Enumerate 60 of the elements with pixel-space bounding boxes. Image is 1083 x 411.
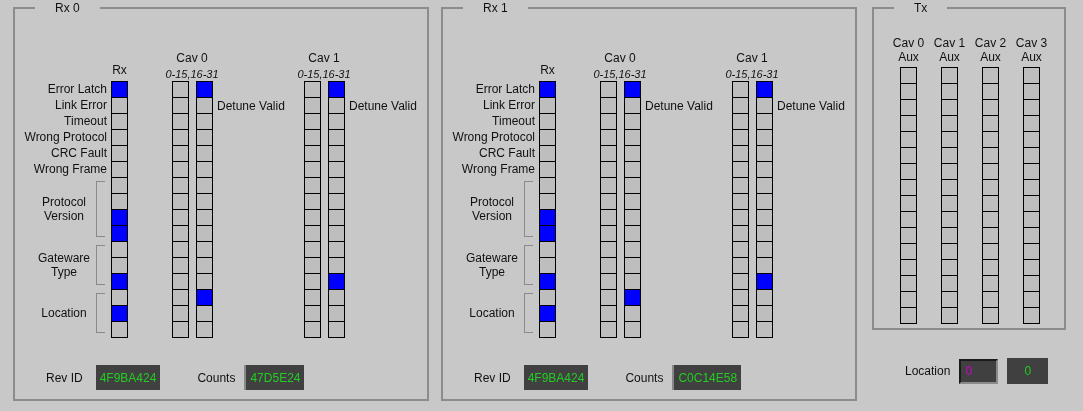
bit-range-label: 0-15,16-31 [725, 68, 779, 81]
aux-label: Aux [980, 50, 1001, 64]
field-label: Error Latch [47, 82, 107, 96]
cavity-title: Cav 1 [308, 51, 340, 65]
cavity-title: Cav 1 [736, 51, 768, 65]
group-bracket [524, 245, 533, 285]
field-label: Protocol Version [41, 195, 87, 223]
rev-id-label: Rev ID [46, 369, 83, 387]
detune-valid-label: Detune Valid [217, 99, 286, 113]
field-label: Wrong Protocol [452, 130, 535, 144]
column-header: Rx [112, 63, 127, 77]
field-label: Protocol Version [469, 195, 515, 223]
field-label: Wrong Protocol [24, 130, 107, 144]
group-bracket [524, 181, 533, 237]
location-readback: 0 [1007, 358, 1049, 384]
field-label: Error Latch [475, 82, 535, 96]
aux-label: Aux [939, 50, 960, 64]
detune-valid-label: Detune Valid [777, 99, 846, 113]
cavity-title: Cav 0 [892, 36, 925, 50]
field-label: Gateware Type [37, 251, 91, 279]
rev-id-label: Rev ID [474, 369, 511, 387]
bit-range-label: 0-15,16-31 [165, 68, 219, 81]
counts-label: Counts [625, 369, 664, 387]
cavity-title: Cav 2 [974, 36, 1007, 50]
location-label: Location [905, 363, 951, 380]
cavity-title: Cav 1 [933, 36, 966, 50]
rev-id-display: 4F9BA424 [95, 365, 161, 390]
field-label: Link Error [483, 98, 535, 112]
field-label: CRC Fault [479, 146, 535, 160]
counts-label: Counts [197, 369, 236, 387]
field-label: Location [468, 306, 516, 320]
column-header: Rx [540, 63, 555, 77]
location-input[interactable]: 0 [959, 358, 999, 384]
group-bracket [96, 293, 105, 333]
field-label: Wrong Frame [461, 162, 535, 176]
counts-display: C0C14E58 [672, 365, 742, 390]
counts-display: 47D5E24 [244, 365, 305, 390]
bit-range-label: 0-15,16-31 [593, 68, 647, 81]
aux-label: Aux [898, 50, 919, 64]
group-bracket [524, 293, 533, 333]
rev-id-display: 4F9BA424 [523, 365, 589, 390]
cavity-title: Cav 0 [176, 51, 208, 65]
panel-title: Tx [913, 1, 929, 15]
cavity-title: Cav 0 [604, 51, 636, 65]
field-label: Timeout [64, 114, 107, 128]
panel-title: Rx 0 [54, 1, 81, 15]
field-label: CRC Fault [51, 146, 107, 160]
group-bracket [96, 181, 105, 237]
aux-label: Aux [1021, 50, 1042, 64]
detune-valid-label: Detune Valid [349, 99, 418, 113]
field-label: Link Error [55, 98, 107, 112]
group-bracket [96, 245, 105, 285]
detune-valid-label: Detune Valid [645, 99, 714, 113]
field-label: Gateware Type [465, 251, 519, 279]
panel-title: Rx 1 [482, 1, 509, 15]
field-label: Timeout [492, 114, 535, 128]
bit-range-label: 0-15,16-31 [297, 68, 351, 81]
field-label: Location [40, 306, 88, 320]
cavity-title: Cav 3 [1015, 36, 1048, 50]
field-label: Wrong Frame [33, 162, 107, 176]
